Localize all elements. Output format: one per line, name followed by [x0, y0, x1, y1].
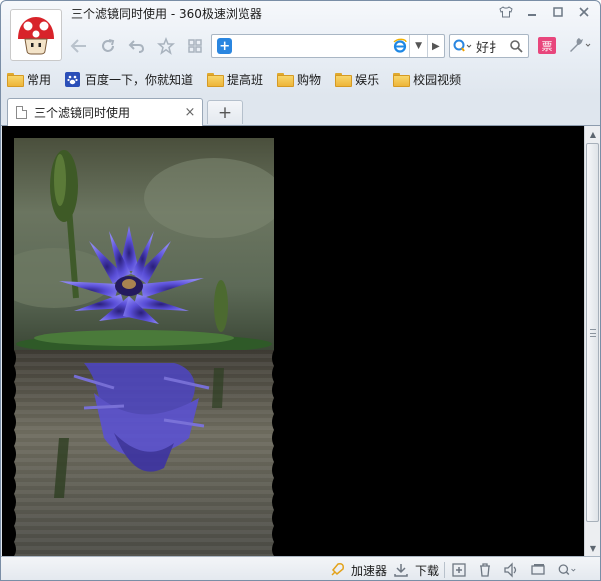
monitor-icon [528, 561, 548, 579]
page-icon [16, 106, 27, 119]
tab-active[interactable]: 三个滤镜同时使用 × [7, 98, 203, 126]
window-title: 三个滤镜同时使用 - 360极速浏览器 [71, 7, 262, 21]
download-label: 下载 [415, 563, 440, 578]
zoom-icon [557, 561, 577, 579]
add-window-icon [449, 561, 469, 579]
accelerator-button[interactable]: 加速器 [327, 561, 387, 579]
browser-window: 三个滤镜同时使用 - 360极速浏览器 + ▼ ▶ 好扌 票 常用 百度一下，你… [0, 0, 601, 581]
tab-close-button[interactable]: × [182, 105, 198, 120]
bookmark-shopping[interactable]: 购物 [277, 71, 321, 88]
skin-icon[interactable] [492, 3, 518, 21]
bookmark-label: 百度一下，你就知道 [85, 72, 194, 87]
browser-logo-icon[interactable] [10, 9, 62, 61]
folder-icon [393, 73, 411, 87]
new-window-button[interactable] [449, 561, 469, 579]
sound-button[interactable] [501, 561, 521, 579]
scroll-up-arrow-icon[interactable]: ▲ [585, 126, 600, 142]
ticket-button[interactable]: 票 [538, 37, 556, 54]
search-box[interactable] [449, 34, 529, 58]
window-controls [492, 3, 596, 21]
address-bar[interactable]: + ▼ ▶ [211, 34, 445, 58]
ie-engine-icon[interactable] [390, 38, 409, 54]
bookmark-campus-video[interactable]: 校园视频 [393, 71, 461, 88]
download-button[interactable]: 下载 [391, 561, 439, 579]
maximize-button[interactable] [544, 3, 570, 21]
search-engine-icon[interactable] [450, 39, 476, 53]
address-dropdown-icon[interactable]: ▼ [409, 35, 426, 57]
search-input[interactable] [476, 36, 506, 56]
minimize-button[interactable] [518, 3, 544, 21]
window-mode-button[interactable] [528, 561, 548, 579]
clear-trash-button[interactable] [475, 561, 495, 579]
bookmark-baidu[interactable]: 百度一下，你就知道 [65, 71, 193, 88]
tab-strip: 三个滤镜同时使用 × + [1, 96, 600, 126]
refresh-button[interactable] [96, 35, 120, 57]
new-tab-button[interactable]: + [207, 100, 243, 124]
bookmark-label: 提高班 [227, 72, 264, 87]
security-shield-icon[interactable]: + [217, 38, 233, 54]
undo-close-button[interactable] [125, 35, 149, 57]
baidu-paw-icon [65, 71, 81, 87]
apps-grid-icon[interactable] [183, 35, 207, 57]
folder-icon [335, 73, 353, 87]
tab-title: 三个滤镜同时使用 [34, 106, 131, 120]
zoom-button[interactable] [557, 561, 577, 579]
bookmark-label: 娱乐 [355, 72, 380, 87]
favorite-star-icon[interactable] [154, 35, 178, 57]
vertical-scrollbar[interactable]: ▲ ▼ [584, 126, 600, 556]
search-icon[interactable] [506, 39, 526, 53]
download-icon [391, 561, 411, 579]
folder-icon [7, 73, 24, 87]
folder-icon [207, 73, 225, 87]
scrollbar-thumb[interactable] [586, 143, 599, 522]
bookmark-label: 校园视频 [413, 72, 462, 87]
scrollbar-grip-icon [590, 329, 596, 337]
bookmark-advanced-class[interactable]: 提高班 [207, 71, 263, 88]
scroll-down-arrow-icon[interactable]: ▼ [585, 540, 600, 556]
bookmark-common[interactable]: 常用 [7, 71, 51, 88]
trash-icon [475, 561, 495, 579]
go-button[interactable]: ▶ [426, 35, 444, 57]
close-button[interactable] [570, 3, 596, 21]
accelerator-label: 加速器 [351, 563, 388, 578]
water-lily-reflection-image [14, 138, 274, 556]
folder-icon [277, 73, 295, 87]
bookmarks-bar: 常用 百度一下，你就知道 提高班 购物 娱乐 校园视频 [7, 69, 461, 89]
page-content [2, 126, 584, 556]
speaker-icon [501, 561, 521, 579]
status-bar: 加速器 下载 [1, 556, 600, 580]
status-divider [444, 562, 445, 578]
rocket-icon [327, 561, 347, 579]
address-input[interactable] [232, 36, 391, 56]
bookmark-label: 常用 [27, 72, 52, 87]
back-button[interactable] [67, 35, 91, 57]
bookmark-entertainment[interactable]: 娱乐 [335, 71, 379, 88]
tools-wrench-icon[interactable] [567, 35, 595, 55]
bookmark-label: 购物 [297, 72, 322, 87]
